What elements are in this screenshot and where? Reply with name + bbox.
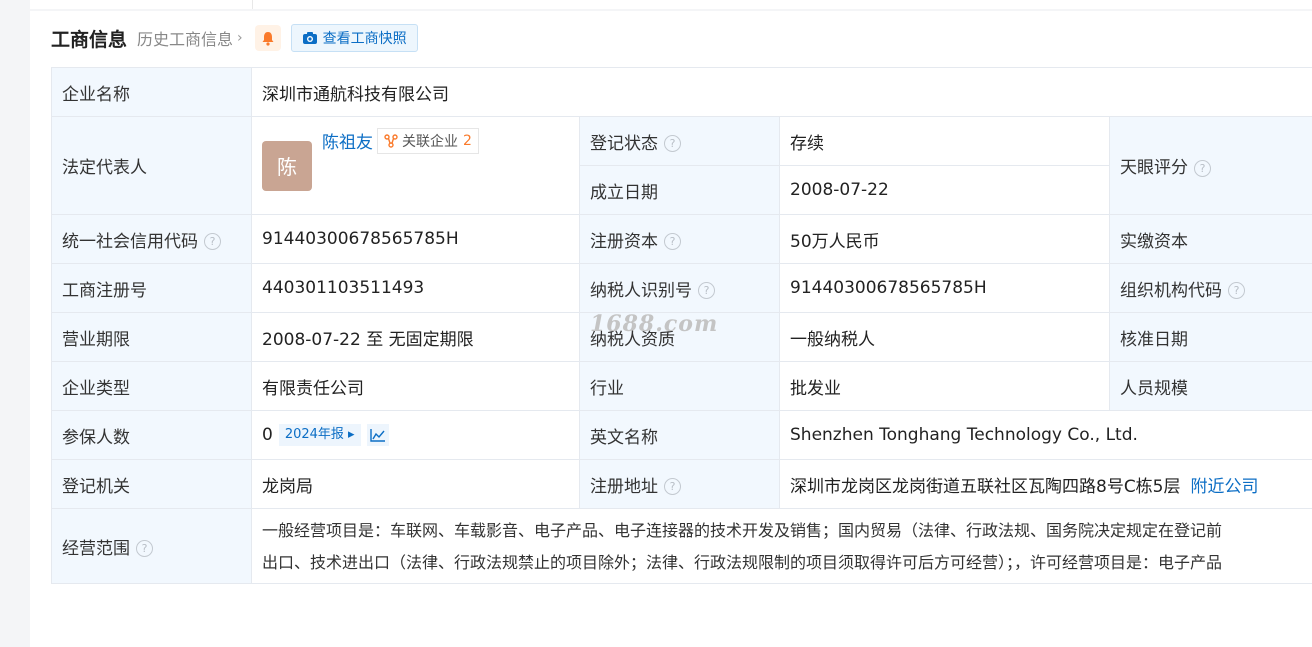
table-row: 参保人数 0 2024年报 ▸ 英文名称 Shenzhen Tonghang Te… xyxy=(51,410,1312,460)
reg-status-label-cell: 登记状态? xyxy=(579,116,780,166)
watermark: 1688.com xyxy=(590,311,719,337)
help-icon[interactable]: ? xyxy=(698,282,715,299)
nearby-companies-link[interactable]: 附近公司 xyxy=(1191,477,1259,497)
rating-label: 天眼评分 xyxy=(1120,158,1188,178)
credit-code-label: 统一社会信用代码 xyxy=(62,231,198,252)
established-label: 成立日期 xyxy=(579,165,780,215)
approval-date-label: 核准日期 xyxy=(1109,312,1312,362)
address-label: 注册地址 xyxy=(590,476,658,497)
scope-line-2: 出口、技术进出口（法律、行政法规禁止的项目除外；法律、行政法规限制的项目须取得许… xyxy=(262,553,1223,572)
staff-size-label: 人员规模 xyxy=(1109,361,1312,411)
address-label-cell: 注册地址? xyxy=(579,459,780,509)
english-name-value: Shenzhen Tonghang Technology Co., Ltd. xyxy=(779,410,1312,460)
top-strip xyxy=(30,0,1312,9)
company-type-value: 有限责任公司 xyxy=(251,361,580,411)
network-icon xyxy=(384,133,398,148)
related-companies-badge[interactable]: 关联企业 2 xyxy=(377,127,479,154)
credit-code-label-cell: 统一社会信用代码? xyxy=(51,214,252,264)
org-code-label-cell: 组织机构代码? xyxy=(1109,263,1312,313)
term-label: 营业期限 xyxy=(51,312,252,362)
bell-button[interactable] xyxy=(254,25,281,51)
reg-capital-value: 50万人民币 xyxy=(779,214,1110,264)
taxpayer-qual-value: 一般纳税人 xyxy=(779,312,1110,362)
trend-chart-icon xyxy=(369,429,385,442)
biz-reg-no-value: 440301103511493 xyxy=(251,263,580,313)
avatar[interactable]: 陈 xyxy=(262,140,312,191)
english-name-label: 英文名称 xyxy=(579,410,780,460)
taxpayer-id-label: 纳税人识别号 xyxy=(590,280,692,301)
insured-cell: 0 2024年报 ▸ xyxy=(251,410,580,460)
paid-capital-label: 实缴资本 xyxy=(1109,214,1312,264)
term-value: 2008-07-22 至 无固定期限 xyxy=(251,312,580,362)
reg-status-value: 存续 xyxy=(779,116,1110,166)
annual-report-label: 2024年报 xyxy=(284,427,344,442)
taxpayer-id-value: 91440300678565785H xyxy=(779,263,1110,313)
authority-label: 登记机关 xyxy=(51,459,252,509)
annual-report-button[interactable]: 2024年报 ▸ xyxy=(278,424,361,446)
reg-capital-label: 注册资本 xyxy=(590,231,658,252)
legal-rep-name-link[interactable]: 陈祖友 xyxy=(322,133,373,153)
biz-reg-no-label: 工商注册号 xyxy=(51,263,252,313)
table-row: 经营范围? 一般经营项目是：车联网、车载影音、电子产品、电子连接器的技术开发及销… xyxy=(51,508,1312,584)
legal-rep-label: 法定代表人 xyxy=(51,116,252,215)
help-icon[interactable]: ? xyxy=(664,233,681,250)
scope-line-1: 一般经营项目是：车联网、车载影音、电子产品、电子连接器的技术开发及销售；国内贸易… xyxy=(262,521,1223,540)
company-type-label: 企业类型 xyxy=(51,361,252,411)
help-icon[interactable]: ? xyxy=(204,233,221,250)
industry-label: 行业 xyxy=(579,361,780,411)
history-info-label: 历史工商信息 xyxy=(137,30,234,49)
legal-rep-cell: 陈陈祖友 关联企业 2 xyxy=(251,116,580,215)
caret-right-icon: ▸ xyxy=(343,427,355,442)
table-row: 工商注册号 440301103511493 纳税人识别号? 9144030067… xyxy=(51,263,1312,313)
company-name-label: 企业名称 xyxy=(51,67,252,117)
company-name-value: 深圳市通航科技有限公司 xyxy=(251,67,1312,117)
table-row: 登记机关 龙岗局 注册地址? 深圳市龙岗区龙岗街道五联社区瓦陶四路8号C栋5层附… xyxy=(51,459,1312,509)
table-row: 企业类型 有限责任公司 行业 批发业 人员规模 xyxy=(51,361,1312,411)
insured-value: 0 xyxy=(262,425,273,445)
table-row: 统一社会信用代码? 91440300678565785H 注册资本? 50万人民… xyxy=(51,214,1312,264)
bell-icon xyxy=(262,31,274,46)
help-icon[interactable]: ? xyxy=(1194,159,1211,177)
org-code-label: 组织机构代码 xyxy=(1120,280,1222,301)
section-header: 工商信息 历史工商信息 › 查看工商快照 xyxy=(51,23,418,53)
scope-label: 经营范围 xyxy=(62,538,130,559)
section-title: 工商信息 xyxy=(51,28,128,51)
view-snapshot-button[interactable]: 查看工商快照 xyxy=(290,24,418,52)
help-icon[interactable]: ? xyxy=(136,540,153,557)
address-value: 深圳市龙岗区龙岗街道五联社区瓦陶四路8号C栋5层 xyxy=(790,476,1181,497)
chevron-right-icon: › xyxy=(237,30,243,46)
rating-label-cell: 天眼评分? xyxy=(1109,116,1312,215)
history-info-link[interactable]: 历史工商信息 › xyxy=(137,26,243,50)
help-icon[interactable]: ? xyxy=(664,135,681,152)
trend-chart-button[interactable] xyxy=(366,424,389,446)
help-icon[interactable]: ? xyxy=(664,478,681,495)
related-label: 关联企业 xyxy=(402,133,458,150)
table-row: 企业名称 深圳市通航科技有限公司 xyxy=(51,67,1312,117)
top-strip-divider xyxy=(252,0,253,9)
insured-label: 参保人数 xyxy=(51,410,252,460)
taxpayer-id-label-cell: 纳税人识别号? xyxy=(579,263,780,313)
address-cell: 深圳市龙岗区龙岗街道五联社区瓦陶四路8号C栋5层 附近公司 xyxy=(779,459,1312,509)
related-count: 2 xyxy=(463,132,472,149)
table-row: 法定代表人 陈陈祖友 关联企业 2 登记状态? 存续 天眼评分? xyxy=(51,116,1312,215)
established-value: 2008-07-22 xyxy=(779,165,1110,215)
industry-value: 批发业 xyxy=(779,361,1110,411)
scope-label-cell: 经营范围? xyxy=(51,508,252,584)
view-snapshot-label: 查看工商快照 xyxy=(322,31,407,47)
credit-code-value: 91440300678565785H xyxy=(251,214,580,264)
reg-capital-label-cell: 注册资本? xyxy=(579,214,780,264)
scope-cell: 一般经营项目是：车联网、车载影音、电子产品、电子连接器的技术开发及销售；国内贸易… xyxy=(251,508,1312,584)
camera-icon xyxy=(302,32,317,44)
reg-status-label: 登记状态 xyxy=(590,133,658,154)
help-icon[interactable]: ? xyxy=(1228,282,1245,299)
authority-value: 龙岗局 xyxy=(251,459,580,509)
